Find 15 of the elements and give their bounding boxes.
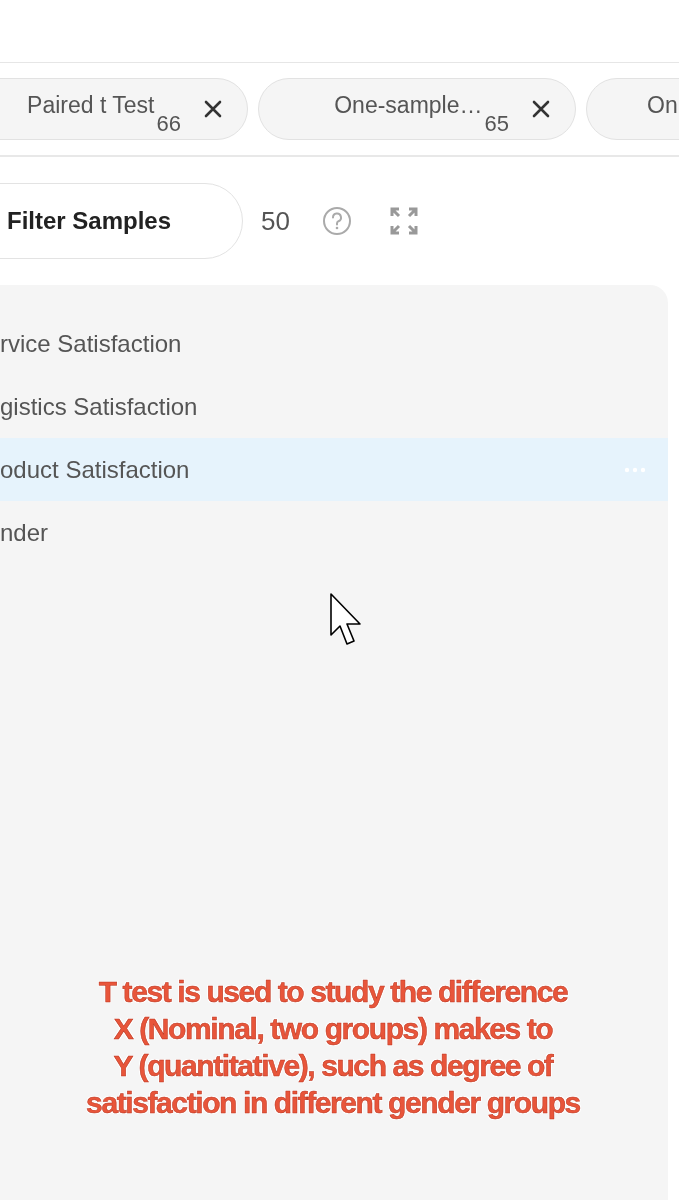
- close-icon[interactable]: [203, 99, 223, 119]
- variable-item[interactable]: gistics Satisfaction: [0, 375, 668, 438]
- tab[interactable]: One-sample… 65: [258, 78, 576, 140]
- variable-item[interactable]: nder: [0, 501, 668, 564]
- filter-samples-button[interactable]: Filter Samples: [0, 183, 243, 259]
- mouse-cursor-icon: [330, 593, 364, 647]
- sample-count: 50: [261, 205, 290, 237]
- variable-item[interactable]: oduct Satisfaction: [0, 438, 668, 501]
- close-icon[interactable]: [531, 99, 551, 119]
- variable-item[interactable]: rvice Satisfaction: [0, 312, 668, 375]
- help-icon[interactable]: [321, 206, 352, 236]
- expand-icon[interactable]: [389, 207, 418, 235]
- tab[interactable]: Paired t Test 66: [0, 78, 248, 140]
- tab[interactable]: On: [586, 78, 679, 140]
- caption-text: T test is used to study the difference X (Nominal, two groups) makes to Y (quantitative), such as degree of satisfaction in different gender groups: [85, 974, 581, 1121]
